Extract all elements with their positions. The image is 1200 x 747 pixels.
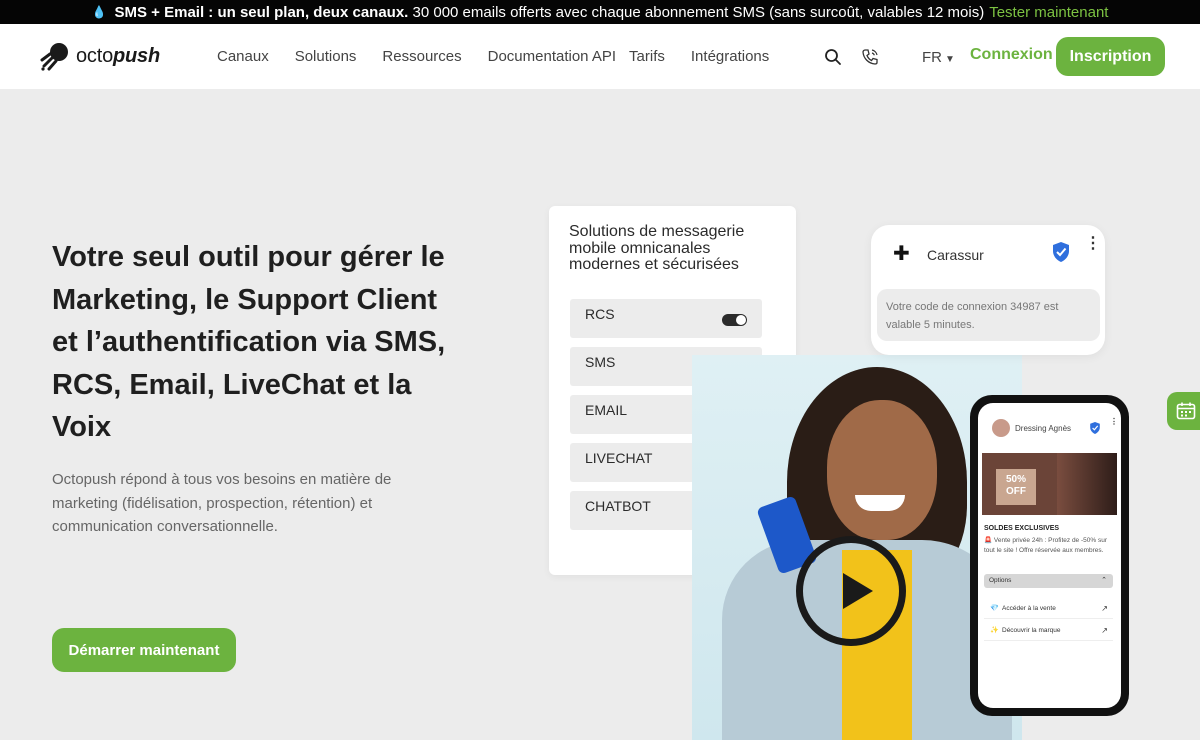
phone-screen: Dressing Agnès ⋮ 50% OFF SOLDES EXCLUSIV… [978,403,1121,708]
start-now-button[interactable]: Démarrer maintenant [52,628,236,672]
option-item: ✨ Découvrir la marque ↗ [984,621,1113,641]
nav-item-tarifs[interactable]: Tarifs [629,48,665,65]
avatar [992,419,1010,437]
sale-text: 🚨 Vente privée 24h : Profitez de -50% su… [984,537,1107,554]
announcement-bold: SMS + Email : un seul plan, deux canaux. [114,3,409,21]
more-options-icon: ⋮ [1110,417,1118,426]
signup-button[interactable]: Inscription [1056,37,1165,76]
sparkle-icon: ✨ [990,627,999,634]
nav-item-documentation-api[interactable]: Documentation API [488,48,616,65]
options-dropdown: Options ⌃ [984,574,1113,588]
announcement-text: 30 000 emails offerts avec chaque abonne… [412,3,985,21]
channel-label: CHATBOT [585,498,651,514]
search-icon[interactable] [824,48,842,66]
verified-shield-icon [1090,422,1100,434]
play-video-button[interactable] [796,536,906,646]
promo-badge: 50% OFF [996,469,1036,505]
octopus-logo-icon [40,43,68,71]
notification-message: Votre code de connexion 34987 est valabl… [877,289,1100,341]
channel-toggle[interactable] [722,314,747,326]
more-options-icon[interactable]: ⋮ [1085,236,1101,252]
chevron-up-icon: ⌃ [1101,577,1107,584]
brand-name: Dressing Agnès [1015,424,1072,433]
arrow-icon: ↗ [1101,626,1108,635]
diamond-icon: 💎 [990,605,999,612]
section-divider [0,740,1200,747]
site-header: octopush Canaux Solutions Ressources Doc… [0,24,1200,89]
main-nav: Canaux Solutions Ressources Documentatio… [217,48,769,65]
verified-shield-icon [1053,242,1069,262]
channel-label: RCS [585,306,615,322]
calendar-icon [1176,402,1196,420]
chevron-down-icon: ▼ [945,54,955,65]
hero-description: Octopush répond à tous vos besoins en ma… [52,471,392,535]
announcement-bar: 💧 SMS + Email : un seul plan, deux canau… [0,0,1200,24]
drop-icon: 💧 [91,5,107,19]
nav-item-canaux[interactable]: Canaux [217,48,269,65]
sale-title: SOLDES EXCLUSIVES [984,525,1060,532]
announcement-cta-link[interactable]: Tester maintenant [989,4,1108,21]
phone-icon[interactable] [860,47,880,67]
calendar-booking-tab[interactable] [1167,392,1200,430]
promo-banner: 50% OFF [982,453,1117,515]
sms-notification-card: ✚ Carassur ⋮ Votre code de connexion 349… [871,225,1105,355]
arrow-icon: ↗ [1101,604,1108,613]
nav-item-ressources[interactable]: Ressources [382,48,461,65]
channel-row-rcs: RCS [570,299,762,338]
option-item: 💎 Accéder à la vente ↗ [984,599,1113,619]
hero-title: Votre seul outil pour gérer le Marketing… [52,241,446,443]
nav-item-integrations[interactable]: Intégrations [691,48,769,65]
login-link[interactable]: Connexion [970,46,1053,64]
phone-mockup: Dressing Agnès ⋮ 50% OFF SOLDES EXCLUSIV… [970,395,1129,716]
logo[interactable]: octopush [40,40,160,72]
channel-label: LIVECHAT [585,450,653,466]
sender-name: Carassur [927,247,984,263]
channel-label: SMS [585,354,616,370]
cross-logo-icon: ✚ [893,243,910,265]
logo-text: octopush [76,44,160,67]
channel-label: EMAIL [585,402,628,418]
solutions-card-title: Solutions de messagerie mobile omnicanal… [569,223,745,273]
nav-item-solutions[interactable]: Solutions [295,48,357,65]
language-select[interactable]: FR ▼ [922,49,955,66]
